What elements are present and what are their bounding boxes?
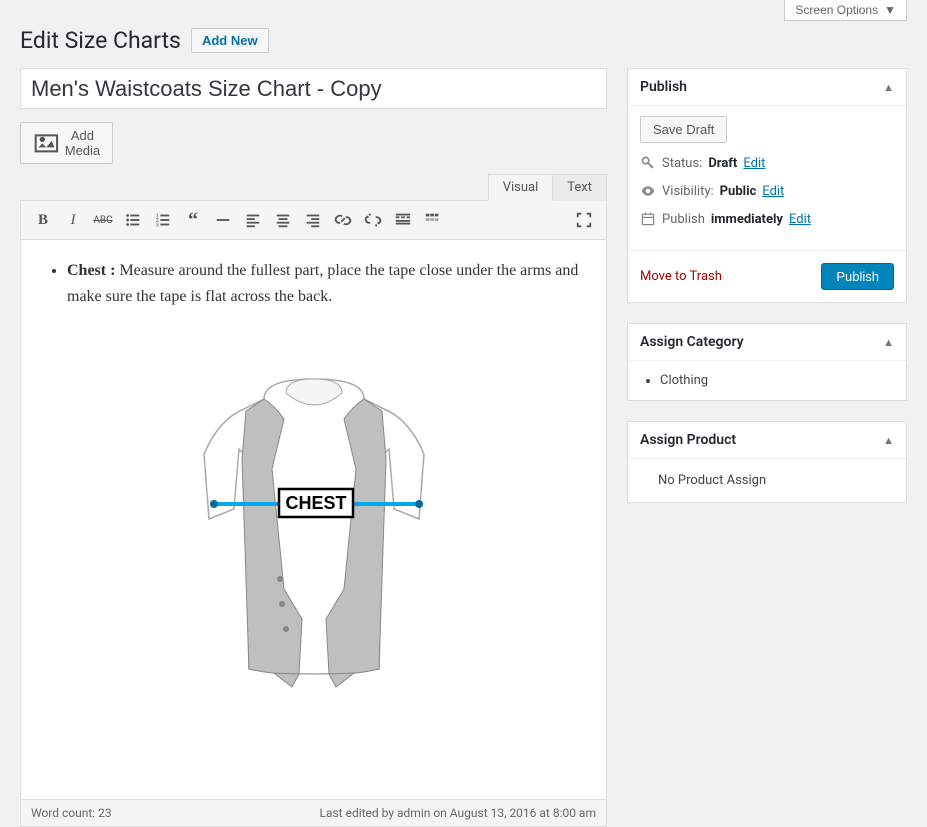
blockquote-button[interactable]: “: [179, 206, 207, 234]
bold-button[interactable]: B: [29, 206, 57, 234]
toolbar-toggle-button[interactable]: [419, 206, 447, 234]
italic-button[interactable]: I: [59, 206, 87, 234]
screen-options-label: Screen Options: [795, 3, 878, 17]
last-edited: Last edited by admin on August 13, 2016 …: [320, 806, 597, 820]
hr-button[interactable]: [209, 206, 237, 234]
toggle-category-icon[interactable]: ▲: [883, 336, 894, 349]
category-box: Assign Category ▲ Clothing: [627, 323, 907, 401]
strikethrough-button[interactable]: ABC: [89, 206, 117, 234]
edit-visibility-link[interactable]: Edit: [762, 184, 784, 199]
category-item: Clothing: [660, 371, 894, 390]
product-title: Assign Product: [640, 432, 736, 448]
waistcoat-image: CHEST: [174, 369, 454, 689]
calendar-icon: [640, 211, 656, 227]
toggle-publish-icon[interactable]: ▲: [883, 81, 894, 94]
word-count: Word count: 23: [31, 806, 112, 820]
move-to-trash-link[interactable]: Move to Trash: [640, 269, 722, 284]
category-title: Assign Category: [640, 334, 744, 350]
post-title-input[interactable]: [20, 68, 607, 109]
bullet-text: Measure around the fullest part, place t…: [67, 262, 578, 305]
content-bullet: Chest : Measure around the fullest part,…: [67, 258, 582, 309]
editor-toolbar: B I ABC 123 “: [20, 200, 607, 240]
tab-text[interactable]: Text: [553, 174, 607, 201]
publish-button[interactable]: Publish: [821, 263, 894, 290]
bullet-list-button[interactable]: [119, 206, 147, 234]
add-media-label: Add Media: [65, 128, 100, 158]
eye-icon: [640, 183, 656, 199]
numbered-list-button[interactable]: 123: [149, 206, 177, 234]
svg-text:3: 3: [156, 222, 159, 228]
publish-title: Publish: [640, 79, 687, 95]
tab-visual[interactable]: Visual: [488, 174, 554, 201]
key-icon: [640, 155, 656, 171]
status-label: Status:: [662, 156, 702, 171]
screen-options-button[interactable]: Screen Options ▼: [784, 0, 907, 21]
toggle-product-icon[interactable]: ▲: [883, 434, 894, 447]
link-button[interactable]: [329, 206, 357, 234]
bullet-label: Chest :: [67, 262, 115, 279]
dropdown-icon: ▼: [884, 3, 896, 17]
editor-content-area[interactable]: Chest : Measure around the fullest part,…: [20, 240, 607, 800]
publish-box: Publish ▲ Save Draft Status: Draft Edit …: [627, 68, 907, 303]
image-chest-label: CHEST: [285, 493, 346, 513]
status-value: Draft: [708, 156, 737, 171]
fullscreen-button[interactable]: [570, 206, 598, 234]
unlink-button[interactable]: [359, 206, 387, 234]
publish-value: immediately: [711, 212, 783, 227]
no-product-text: No Product Assign: [640, 469, 894, 492]
add-new-button[interactable]: Add New: [191, 28, 269, 53]
align-left-button[interactable]: [239, 206, 267, 234]
read-more-button[interactable]: [389, 206, 417, 234]
page-title: Edit Size Charts: [20, 27, 181, 54]
visibility-label: Visibility:: [662, 184, 714, 199]
align-center-button[interactable]: [269, 206, 297, 234]
save-draft-button[interactable]: Save Draft: [640, 116, 727, 143]
align-right-button[interactable]: [299, 206, 327, 234]
add-media-button[interactable]: Add Media: [20, 122, 113, 164]
product-box: Assign Product ▲ No Product Assign: [627, 421, 907, 503]
media-icon: [33, 130, 60, 157]
edit-status-link[interactable]: Edit: [743, 156, 765, 171]
edit-publish-link[interactable]: Edit: [789, 212, 811, 227]
publish-label: Publish: [662, 212, 705, 227]
visibility-value: Public: [720, 184, 757, 199]
